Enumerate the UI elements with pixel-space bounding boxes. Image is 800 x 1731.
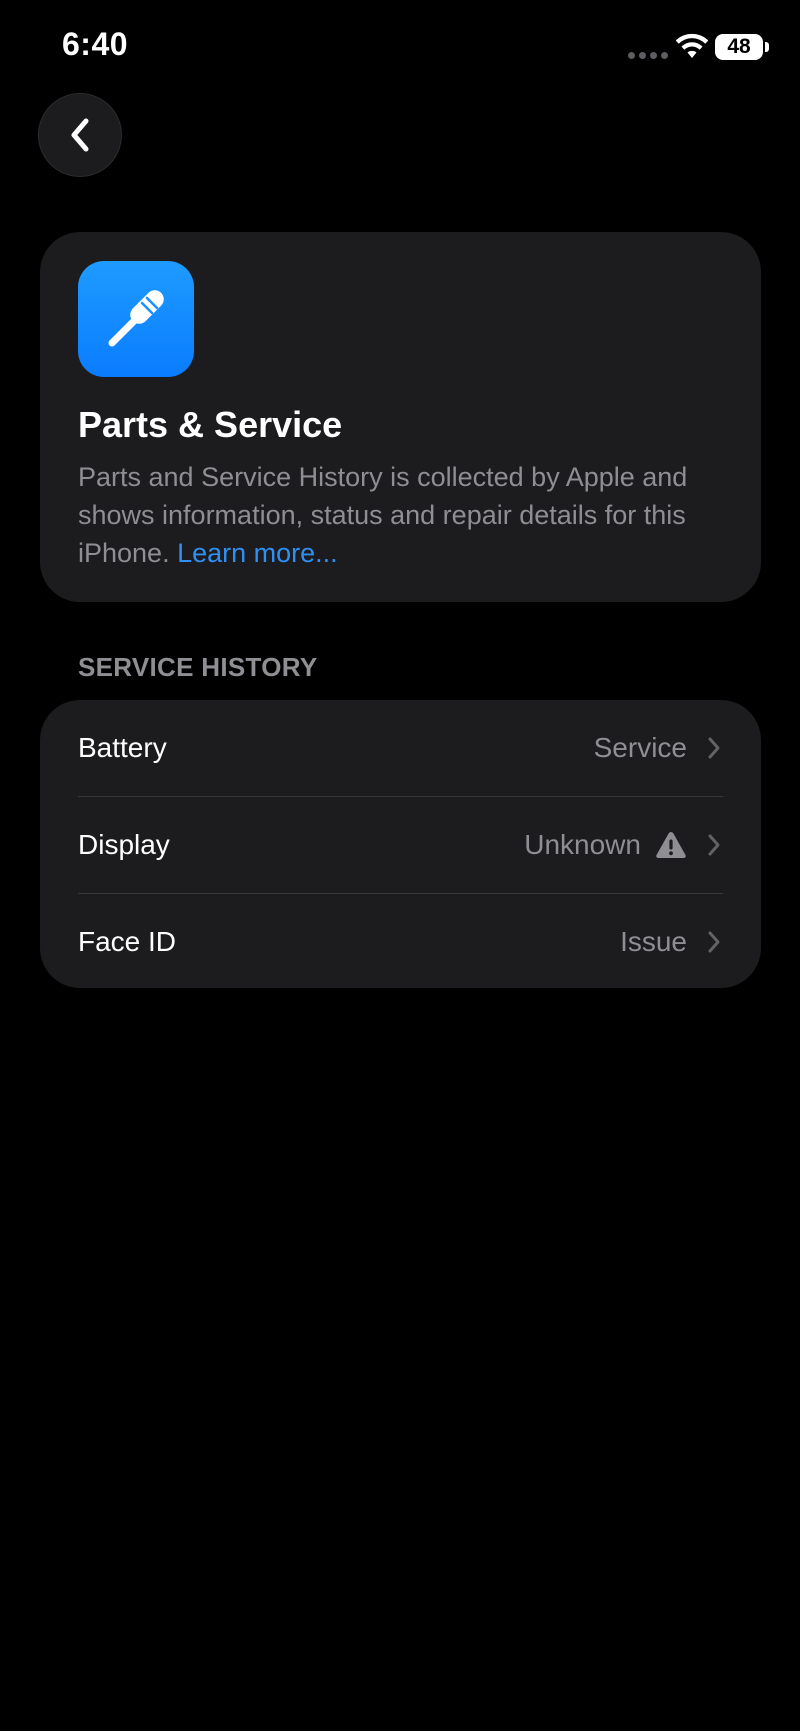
learn-more-link[interactable]: Learn more... xyxy=(177,538,338,568)
row-label: Display xyxy=(78,829,170,860)
row-label: Face ID xyxy=(78,926,177,957)
parts-service-card: Parts & Service Parts and Service Histor… xyxy=(40,232,761,602)
signal-dots-icon xyxy=(628,52,668,59)
chevron-left-icon xyxy=(71,118,89,152)
parts-service-app-icon xyxy=(78,261,194,377)
row-value: Unknown xyxy=(524,829,641,860)
chevron-right-icon xyxy=(708,931,720,953)
wifi-icon xyxy=(675,33,709,58)
screwdriver-icon xyxy=(108,290,164,347)
chevron-right-icon xyxy=(708,834,720,856)
list-item-display[interactable]: Display Unknown xyxy=(40,797,761,893)
page-description: Parts and Service History is collected b… xyxy=(78,458,738,572)
battery-level: 48 xyxy=(727,35,751,58)
back-button[interactable] xyxy=(38,93,122,177)
battery-indicator: 48 xyxy=(715,34,763,60)
warning-triangle-icon xyxy=(656,832,686,858)
section-header-service-history: SERVICE HISTORY xyxy=(78,652,318,682)
list-item-face-id[interactable]: Face ID Issue xyxy=(40,894,761,988)
page-title: Parts & Service xyxy=(78,404,343,445)
row-label: Battery xyxy=(78,732,167,763)
battery-tip xyxy=(765,42,769,52)
row-value: Service xyxy=(593,732,687,763)
row-value: Issue xyxy=(620,926,687,957)
list-item-battery[interactable]: Battery Service xyxy=(40,700,761,796)
service-history-list: Battery Service Display Unknown Face ID … xyxy=(40,700,761,988)
status-time: 6:40 xyxy=(62,26,129,62)
description-text: Parts and Service History is collected b… xyxy=(78,462,688,568)
chevron-right-icon xyxy=(708,737,720,759)
